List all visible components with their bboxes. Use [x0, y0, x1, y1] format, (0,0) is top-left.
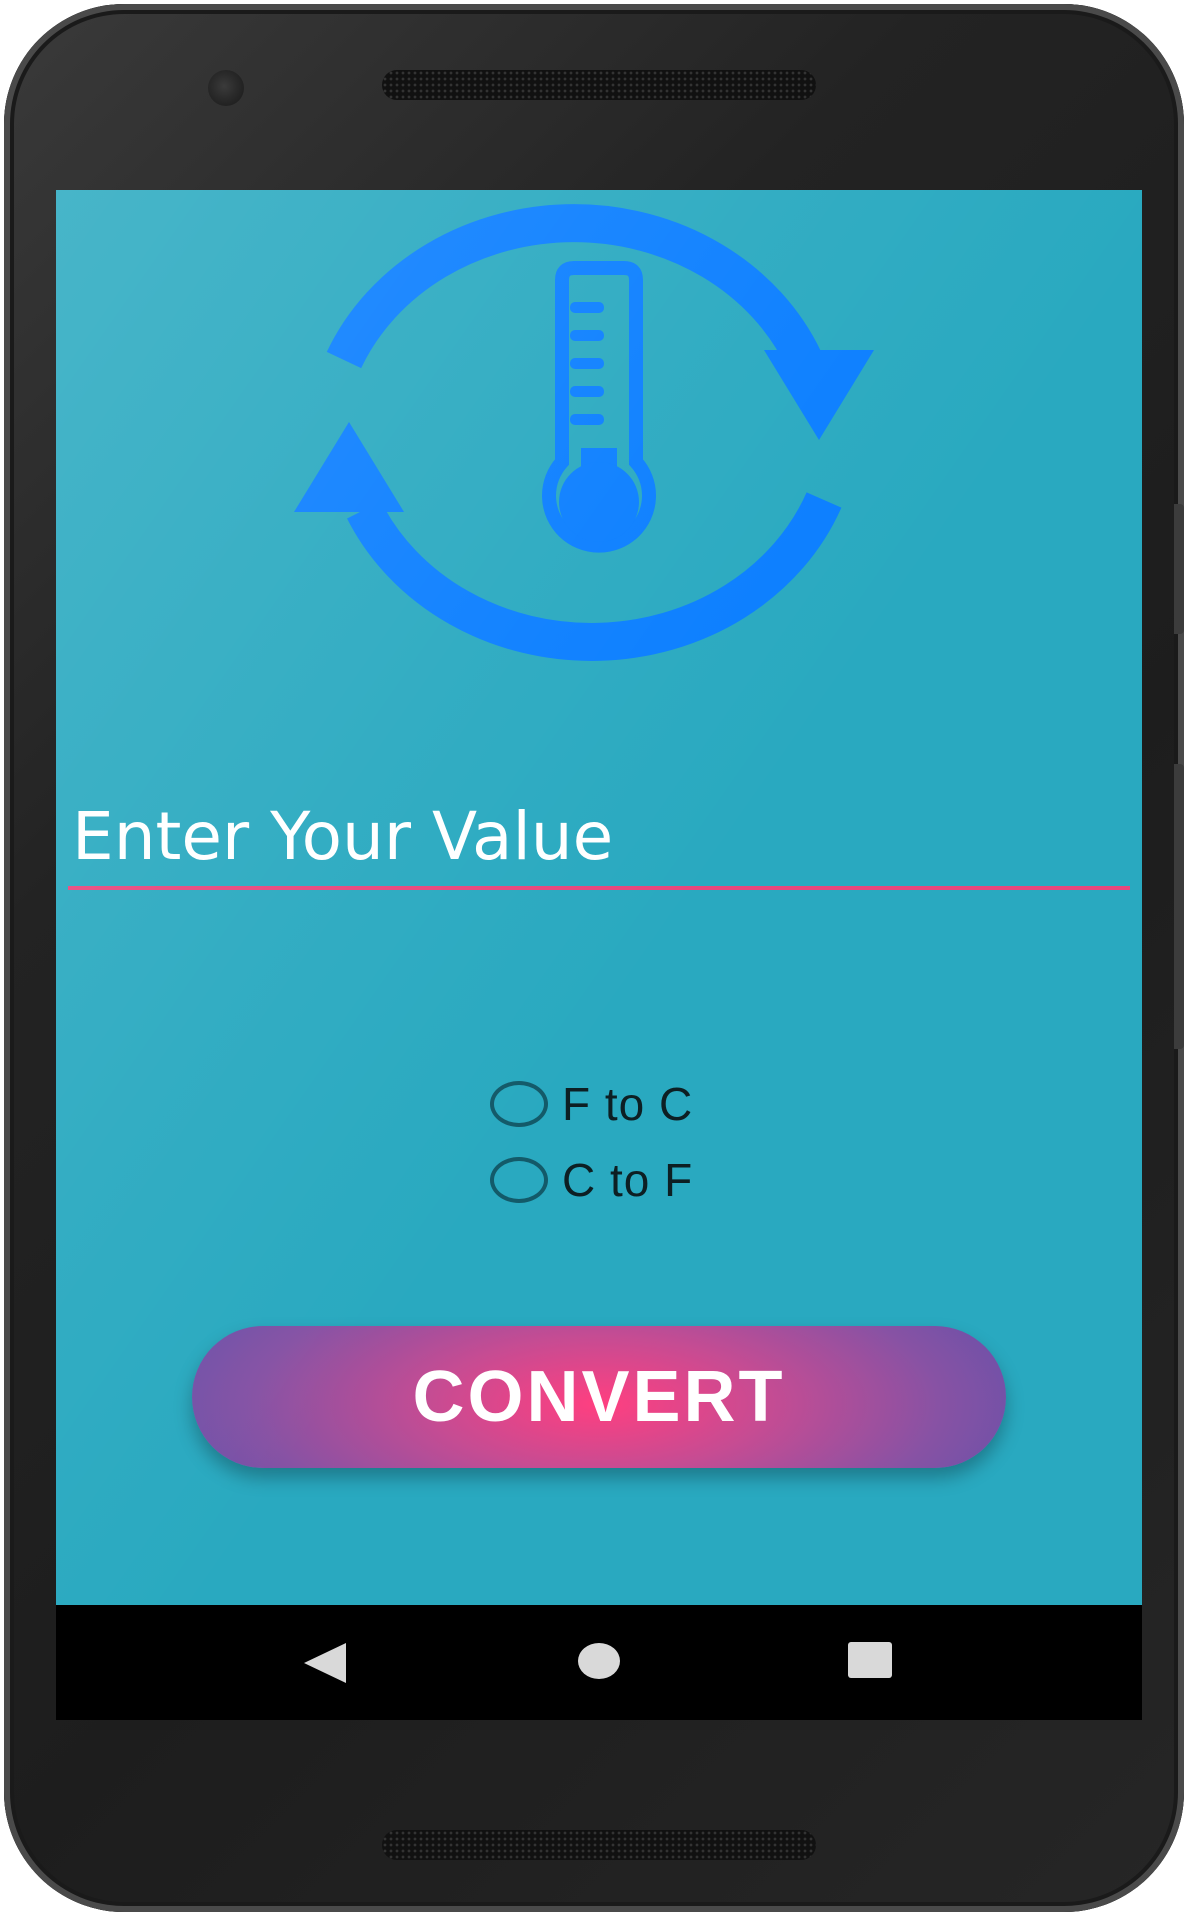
value-input[interactable] — [68, 790, 1130, 890]
recents-square-icon[interactable] — [848, 1642, 892, 1678]
volume-button — [1174, 764, 1184, 1049]
back-triangle-icon[interactable] — [304, 1643, 346, 1683]
radio-label-c-to-f: C to F — [562, 1154, 694, 1206]
radio-button-c-to-f[interactable] — [490, 1157, 548, 1203]
earpiece-speaker — [382, 70, 816, 100]
thermometer-refresh-icon — [294, 204, 874, 661]
radio-c-to-f[interactable]: C to F — [490, 1142, 694, 1218]
navigation-bar — [56, 1605, 1142, 1720]
bottom-speaker — [382, 1830, 816, 1860]
conversion-radio-group: F to C C to F — [490, 1066, 694, 1218]
phone-frame: F to C C to F CONVERT — [4, 4, 1184, 1912]
radio-button-f-to-c[interactable] — [490, 1081, 548, 1127]
front-camera — [208, 70, 244, 106]
power-button — [1174, 504, 1184, 634]
converter-app: F to C C to F CONVERT — [56, 190, 1142, 1605]
home-circle-icon[interactable] — [578, 1643, 620, 1679]
radio-label-f-to-c: F to C — [562, 1078, 694, 1130]
convert-button[interactable]: CONVERT — [192, 1326, 1006, 1468]
phone-screen: F to C C to F CONVERT — [56, 190, 1142, 1720]
radio-f-to-c[interactable]: F to C — [490, 1066, 694, 1142]
